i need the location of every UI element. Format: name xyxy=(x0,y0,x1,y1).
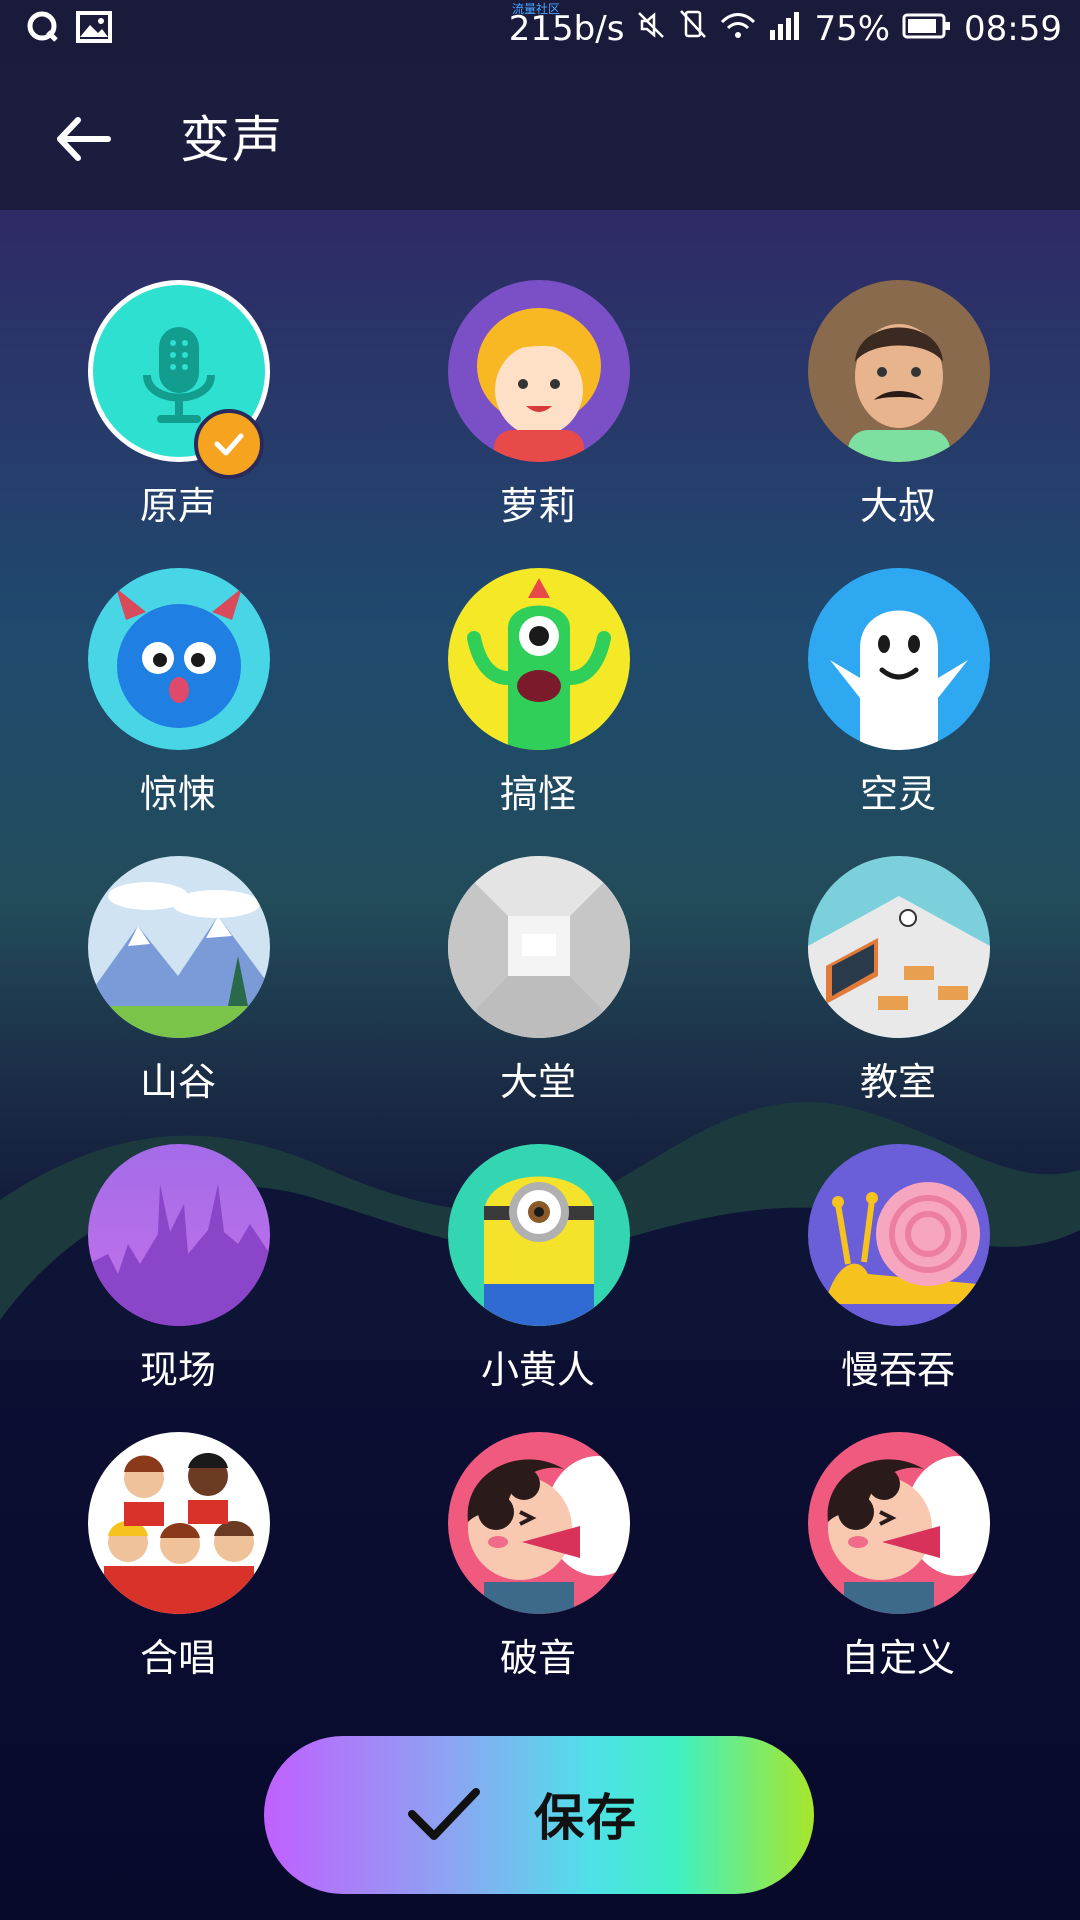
valley-icon xyxy=(88,856,270,1038)
voice-option-live[interactable]: 现场 xyxy=(38,1139,298,1399)
voice-label: 山谷 xyxy=(139,1060,216,1104)
voice-label: 破音 xyxy=(499,1636,576,1680)
voice-option-chorus[interactable]: 合唱 xyxy=(38,1427,298,1687)
voice-option-original[interactable]: 原声 xyxy=(38,275,298,535)
voice-option-custom[interactable]: 自定义 xyxy=(758,1427,1018,1687)
battery-icon xyxy=(902,9,952,49)
voice-option-minion[interactable]: 小黄人 xyxy=(398,1139,658,1399)
snail-icon xyxy=(808,1144,990,1326)
voice-option-horror[interactable]: 惊悚 xyxy=(38,563,298,823)
shout-icon xyxy=(448,1432,630,1614)
mute-icon xyxy=(636,9,666,49)
custom-shout-icon xyxy=(808,1432,990,1614)
voice-label: 空灵 xyxy=(859,772,936,816)
network-speed: 215b/s xyxy=(508,8,625,49)
status-bar: 流量社区 215b/s 75% 08:59 xyxy=(0,0,1080,64)
qq-icon xyxy=(26,10,60,48)
voice-label: 小黄人 xyxy=(480,1348,595,1392)
voice-option-hall[interactable]: 大堂 xyxy=(398,851,658,1111)
girl-icon xyxy=(448,280,630,462)
voice-label: 现场 xyxy=(139,1348,216,1392)
voice-label: 原声 xyxy=(139,484,216,528)
check-icon xyxy=(408,1788,480,1840)
arrow-left-icon xyxy=(57,117,111,161)
clock: 08:59 xyxy=(964,8,1062,49)
voice-option-broken[interactable]: 破音 xyxy=(398,1427,658,1687)
voice-label: 大叔 xyxy=(859,484,936,528)
voice-label: 自定义 xyxy=(840,1636,955,1680)
voice-option-valley[interactable]: 山谷 xyxy=(38,851,298,1111)
voice-option-slow[interactable]: 慢吞吞 xyxy=(758,1139,1018,1399)
voice-label: 搞怪 xyxy=(499,772,576,816)
voice-label: 合唱 xyxy=(139,1636,216,1680)
app-bar: 变声 xyxy=(0,64,1080,210)
hall-icon xyxy=(448,856,630,1038)
ghost-icon xyxy=(808,568,990,750)
save-button[interactable]: 保存 xyxy=(264,1736,814,1894)
concert-icon xyxy=(88,1144,270,1326)
monster-icon xyxy=(88,568,270,750)
voice-label: 萝莉 xyxy=(499,484,576,528)
classroom-icon xyxy=(808,856,990,1038)
voice-option-ethereal[interactable]: 空灵 xyxy=(758,563,1018,823)
save-label: 保存 xyxy=(534,1789,638,1847)
voice-option-uncle[interactable]: 大叔 xyxy=(758,275,1018,535)
voice-option-classroom[interactable]: 教室 xyxy=(758,851,1018,1111)
back-button[interactable] xyxy=(48,104,118,174)
vibrate-off-icon xyxy=(678,8,708,49)
voice-label: 惊悚 xyxy=(139,772,216,816)
minion-icon xyxy=(448,1144,630,1326)
signal-icon xyxy=(768,9,802,49)
selected-check-icon xyxy=(194,409,264,479)
uncle-icon xyxy=(808,280,990,462)
wifi-icon xyxy=(720,9,756,49)
voice-label: 慢吞吞 xyxy=(840,1348,955,1392)
voice-option-funny[interactable]: 搞怪 xyxy=(398,563,658,823)
voice-label: 教室 xyxy=(859,1060,936,1104)
choir-icon xyxy=(88,1432,270,1614)
alien-icon xyxy=(448,568,630,750)
battery-percent: 75% xyxy=(814,8,891,49)
voice-label: 大堂 xyxy=(499,1060,576,1104)
page-title: 变声 xyxy=(180,111,284,169)
gallery-icon xyxy=(76,11,112,47)
voice-option-loli[interactable]: 萝莉 xyxy=(398,275,658,535)
